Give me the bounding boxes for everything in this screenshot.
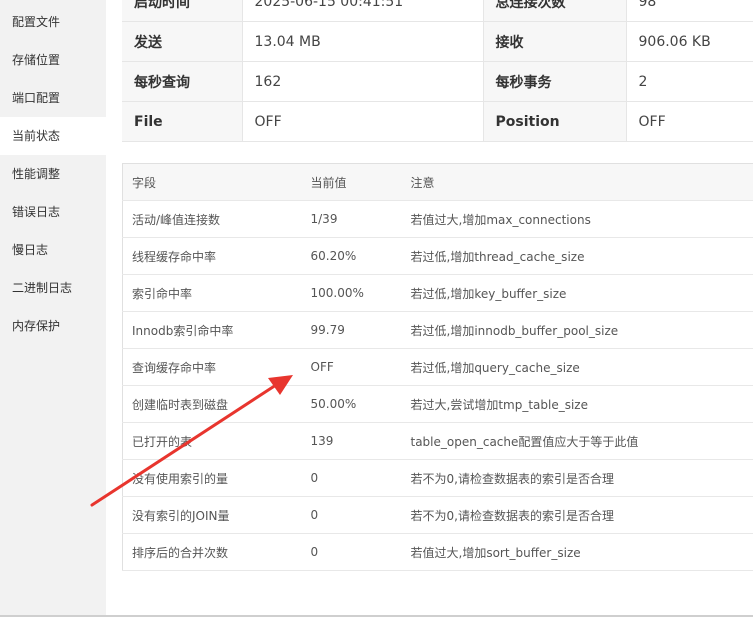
note-cell: 若不为0,请检查数据表的索引是否合理 bbox=[401, 459, 753, 497]
note-cell: 若过低,增加query_cache_size bbox=[401, 348, 753, 386]
field-cell: 活动/峰值连接数 bbox=[122, 200, 302, 238]
summary-key: 接收 bbox=[482, 21, 626, 62]
value-cell: 100.00% bbox=[301, 274, 402, 312]
summary-key: Position bbox=[482, 101, 626, 142]
summary-value: 98 bbox=[625, 0, 753, 22]
value-cell: 60.20% bbox=[301, 237, 402, 275]
table-row: 创建临时表到磁盘 50.00% 若过大,尝试增加tmp_table_size bbox=[122, 385, 753, 423]
table-row: 排序后的合并次数 0 若值过大,增加sort_buffer_size bbox=[122, 533, 753, 571]
sidebar-item-error-log[interactable]: 错误日志 bbox=[0, 193, 106, 231]
note-cell: 若过低,增加innodb_buffer_pool_size bbox=[401, 311, 753, 349]
value-cell: 99.79 bbox=[301, 311, 402, 349]
table-row: 活动/峰值连接数 1/39 若值过大,增加max_connections bbox=[122, 200, 753, 238]
sidebar-item-config-file[interactable]: 配置文件 bbox=[0, 3, 106, 41]
summary-key: 总连接次数 bbox=[482, 0, 626, 22]
column-header-field: 字段 bbox=[122, 163, 302, 201]
table-row: 索引命中率 100.00% 若过低,增加key_buffer_size bbox=[122, 274, 753, 312]
value-cell: 1/39 bbox=[301, 200, 402, 238]
sidebar-item-memory-protection[interactable]: 内存保护 bbox=[0, 307, 106, 345]
summary-key: 每秒查询 bbox=[122, 61, 242, 102]
summary-value: 2 bbox=[625, 61, 753, 102]
value-cell: 50.00% bbox=[301, 385, 402, 423]
table-row: 没有使用索引的量 0 若不为0,请检查数据表的索引是否合理 bbox=[122, 459, 753, 497]
field-cell: 没有索引的JOIN量 bbox=[122, 496, 302, 534]
field-cell: 查询缓存命中率 bbox=[122, 348, 302, 386]
field-cell: 索引命中率 bbox=[122, 274, 302, 312]
sidebar-item-binary-log[interactable]: 二进制日志 bbox=[0, 269, 106, 307]
note-cell: 若值过大,增加sort_buffer_size bbox=[401, 533, 753, 571]
summary-row: 发送 13.04 MB 接收 906.06 KB bbox=[122, 21, 753, 62]
field-cell: 没有使用索引的量 bbox=[122, 459, 302, 497]
summary-row: File OFF Position OFF bbox=[122, 101, 753, 142]
field-cell: 创建临时表到磁盘 bbox=[122, 385, 302, 423]
summary-key: 每秒事务 bbox=[482, 61, 626, 102]
summary-key: 发送 bbox=[122, 21, 242, 62]
value-cell: 139 bbox=[301, 422, 402, 460]
table-row: 没有索引的JOIN量 0 若不为0,请检查数据表的索引是否合理 bbox=[122, 496, 753, 534]
summary-key: 启动时间 bbox=[122, 0, 242, 22]
summary-key: File bbox=[122, 101, 242, 142]
summary-value: OFF bbox=[241, 101, 483, 142]
value-cell: 0 bbox=[301, 533, 402, 571]
field-cell: 线程缓存命中率 bbox=[122, 237, 302, 275]
field-cell: Innodb索引命中率 bbox=[122, 311, 302, 349]
note-cell: 若值过大,增加max_connections bbox=[401, 200, 753, 238]
status-detail-table: 字段 当前值 注意 活动/峰值连接数 1/39 若值过大,增加max_conne… bbox=[122, 163, 753, 571]
summary-value: 906.06 KB bbox=[625, 21, 753, 62]
value-cell: 0 bbox=[301, 496, 402, 534]
column-header-note: 注意 bbox=[401, 163, 753, 201]
note-cell: table_open_cache配置值应大于等于此值 bbox=[401, 422, 753, 460]
note-cell: 若过低,增加key_buffer_size bbox=[401, 274, 753, 312]
table-header-row: 字段 当前值 注意 bbox=[122, 163, 753, 201]
table-row: 已打开的表 139 table_open_cache配置值应大于等于此值 bbox=[122, 422, 753, 460]
sidebar-item-slow-log[interactable]: 慢日志 bbox=[0, 231, 106, 269]
summary-row: 每秒查询 162 每秒事务 2 bbox=[122, 61, 753, 102]
field-cell: 已打开的表 bbox=[122, 422, 302, 460]
table-row: Innodb索引命中率 99.79 若过低,增加innodb_buffer_po… bbox=[122, 311, 753, 349]
value-cell: 0 bbox=[301, 459, 402, 497]
summary-value: OFF bbox=[625, 101, 753, 142]
summary-row: 启动时间 2025-06-15 00:41:51 总连接次数 98 bbox=[122, 0, 753, 22]
note-cell: 若过低,增加thread_cache_size bbox=[401, 237, 753, 275]
status-summary-table: 启动时间 2025-06-15 00:41:51 总连接次数 98 发送 13.… bbox=[122, 0, 753, 142]
sidebar-item-port-config[interactable]: 端口配置 bbox=[0, 79, 106, 117]
note-cell: 若不为0,请检查数据表的索引是否合理 bbox=[401, 496, 753, 534]
summary-value: 13.04 MB bbox=[241, 21, 483, 62]
field-cell: 排序后的合并次数 bbox=[122, 533, 302, 571]
value-cell: OFF bbox=[301, 348, 402, 386]
table-row: 查询缓存命中率 OFF 若过低,增加query_cache_size bbox=[122, 348, 753, 386]
sidebar-item-storage-location[interactable]: 存储位置 bbox=[0, 41, 106, 79]
table-row: 线程缓存命中率 60.20% 若过低,增加thread_cache_size bbox=[122, 237, 753, 275]
sidebar: 配置文件 存储位置 端口配置 当前状态 性能调整 错误日志 慢日志 二进制日志 … bbox=[0, 0, 106, 617]
column-header-current-value: 当前值 bbox=[301, 163, 402, 201]
note-cell: 若过大,尝试增加tmp_table_size bbox=[401, 385, 753, 423]
summary-value: 2025-06-15 00:41:51 bbox=[241, 0, 483, 22]
sidebar-item-performance-tuning[interactable]: 性能调整 bbox=[0, 155, 106, 193]
summary-value: 162 bbox=[241, 61, 483, 102]
sidebar-item-current-status[interactable]: 当前状态 bbox=[0, 117, 106, 155]
